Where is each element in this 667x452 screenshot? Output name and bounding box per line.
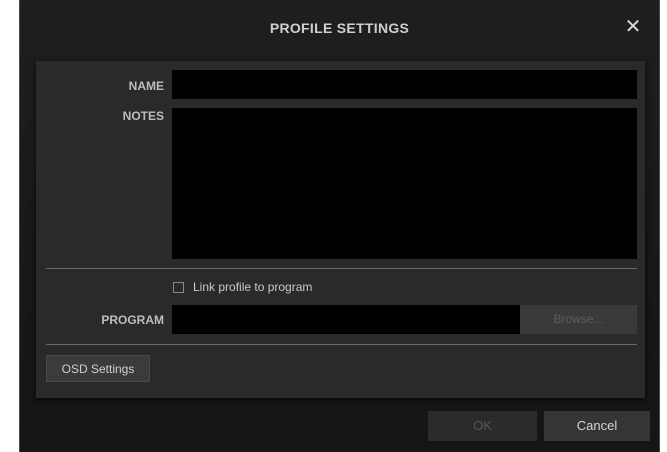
notes-textarea[interactable]	[172, 108, 637, 259]
browse-button[interactable]: Browse...	[520, 305, 637, 334]
dialog-title: PROFILE SETTINGS	[269, 20, 410, 36]
profile-settings-dialog: PROFILE SETTINGS ✕ NAME NOTES Link profi…	[19, 0, 660, 452]
settings-panel: NAME NOTES Link profile to program PROGR…	[36, 61, 645, 398]
divider	[46, 344, 637, 345]
ok-button[interactable]: OK	[428, 411, 537, 441]
osd-settings-button[interactable]: OSD Settings	[46, 355, 150, 382]
cancel-button[interactable]: Cancel	[544, 411, 650, 441]
program-label: PROGRAM	[101, 313, 164, 327]
program-input[interactable]	[172, 305, 520, 334]
close-icon[interactable]: ✕	[623, 17, 643, 37]
divider	[46, 268, 637, 269]
checkbox-icon[interactable]	[173, 281, 184, 293]
name-label: NAME	[128, 79, 164, 93]
notes-label: NOTES	[122, 109, 164, 123]
name-input[interactable]	[172, 70, 637, 99]
link-profile-row[interactable]: Link profile to program	[173, 279, 312, 295]
link-profile-label[interactable]: Link profile to program	[193, 280, 312, 294]
